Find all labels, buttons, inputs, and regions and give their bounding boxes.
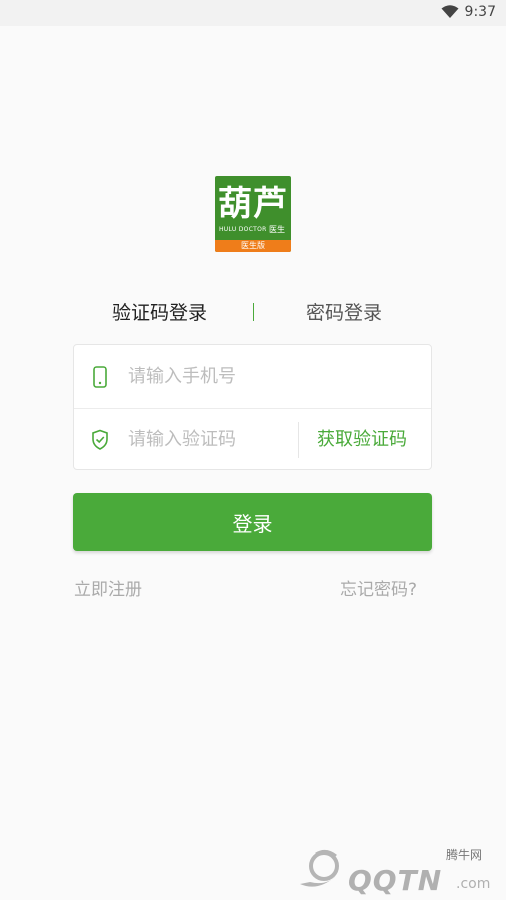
app-logo: 葫芦 HULU DOCTOR 医生 医生版	[215, 176, 291, 252]
phone-row[interactable]: 请输入手机号	[74, 345, 431, 409]
status-right: 9:37	[441, 4, 496, 20]
login-tabs: 验证码登录 密码登录	[0, 298, 506, 328]
tab-sms-login[interactable]: 验证码登录	[112, 298, 207, 328]
logo-band: 医生版	[215, 240, 291, 252]
code-divider	[298, 422, 299, 458]
watermark-cn: 腾牛网	[446, 848, 483, 862]
wifi-icon	[441, 5, 459, 18]
code-row[interactable]: 请输入验证码 获取验证码	[74, 408, 431, 471]
watermark: QQTN 腾牛网 .com	[296, 846, 501, 897]
watermark-suffix: .com	[456, 876, 491, 892]
status-time: 9:37	[464, 4, 496, 20]
login-button[interactable]: 登录	[73, 493, 432, 551]
forgot-password-link[interactable]: 忘记密码?	[340, 575, 417, 600]
code-input[interactable]: 请输入验证码	[128, 427, 236, 453]
logo-sub-text2: 医生	[269, 225, 285, 234]
tab-divider	[253, 303, 254, 321]
logo-main-text: 葫芦	[218, 184, 288, 224]
shield-check-icon	[92, 429, 108, 450]
watermark-swoosh-icon	[300, 849, 339, 887]
logo-sub-text: HULU DOCTOR	[219, 226, 267, 233]
login-form: 请输入手机号 请输入验证码 获取验证码	[73, 344, 432, 470]
watermark-brand: QQTN	[348, 864, 443, 897]
register-link[interactable]: 立即注册	[74, 575, 142, 600]
status-bar: 9:37	[0, 0, 506, 26]
phone-input[interactable]: 请输入手机号	[128, 364, 236, 390]
phone-icon	[93, 366, 107, 388]
tab-password-login[interactable]: 密码登录	[306, 298, 382, 328]
get-code-button[interactable]: 获取验证码	[317, 427, 407, 453]
